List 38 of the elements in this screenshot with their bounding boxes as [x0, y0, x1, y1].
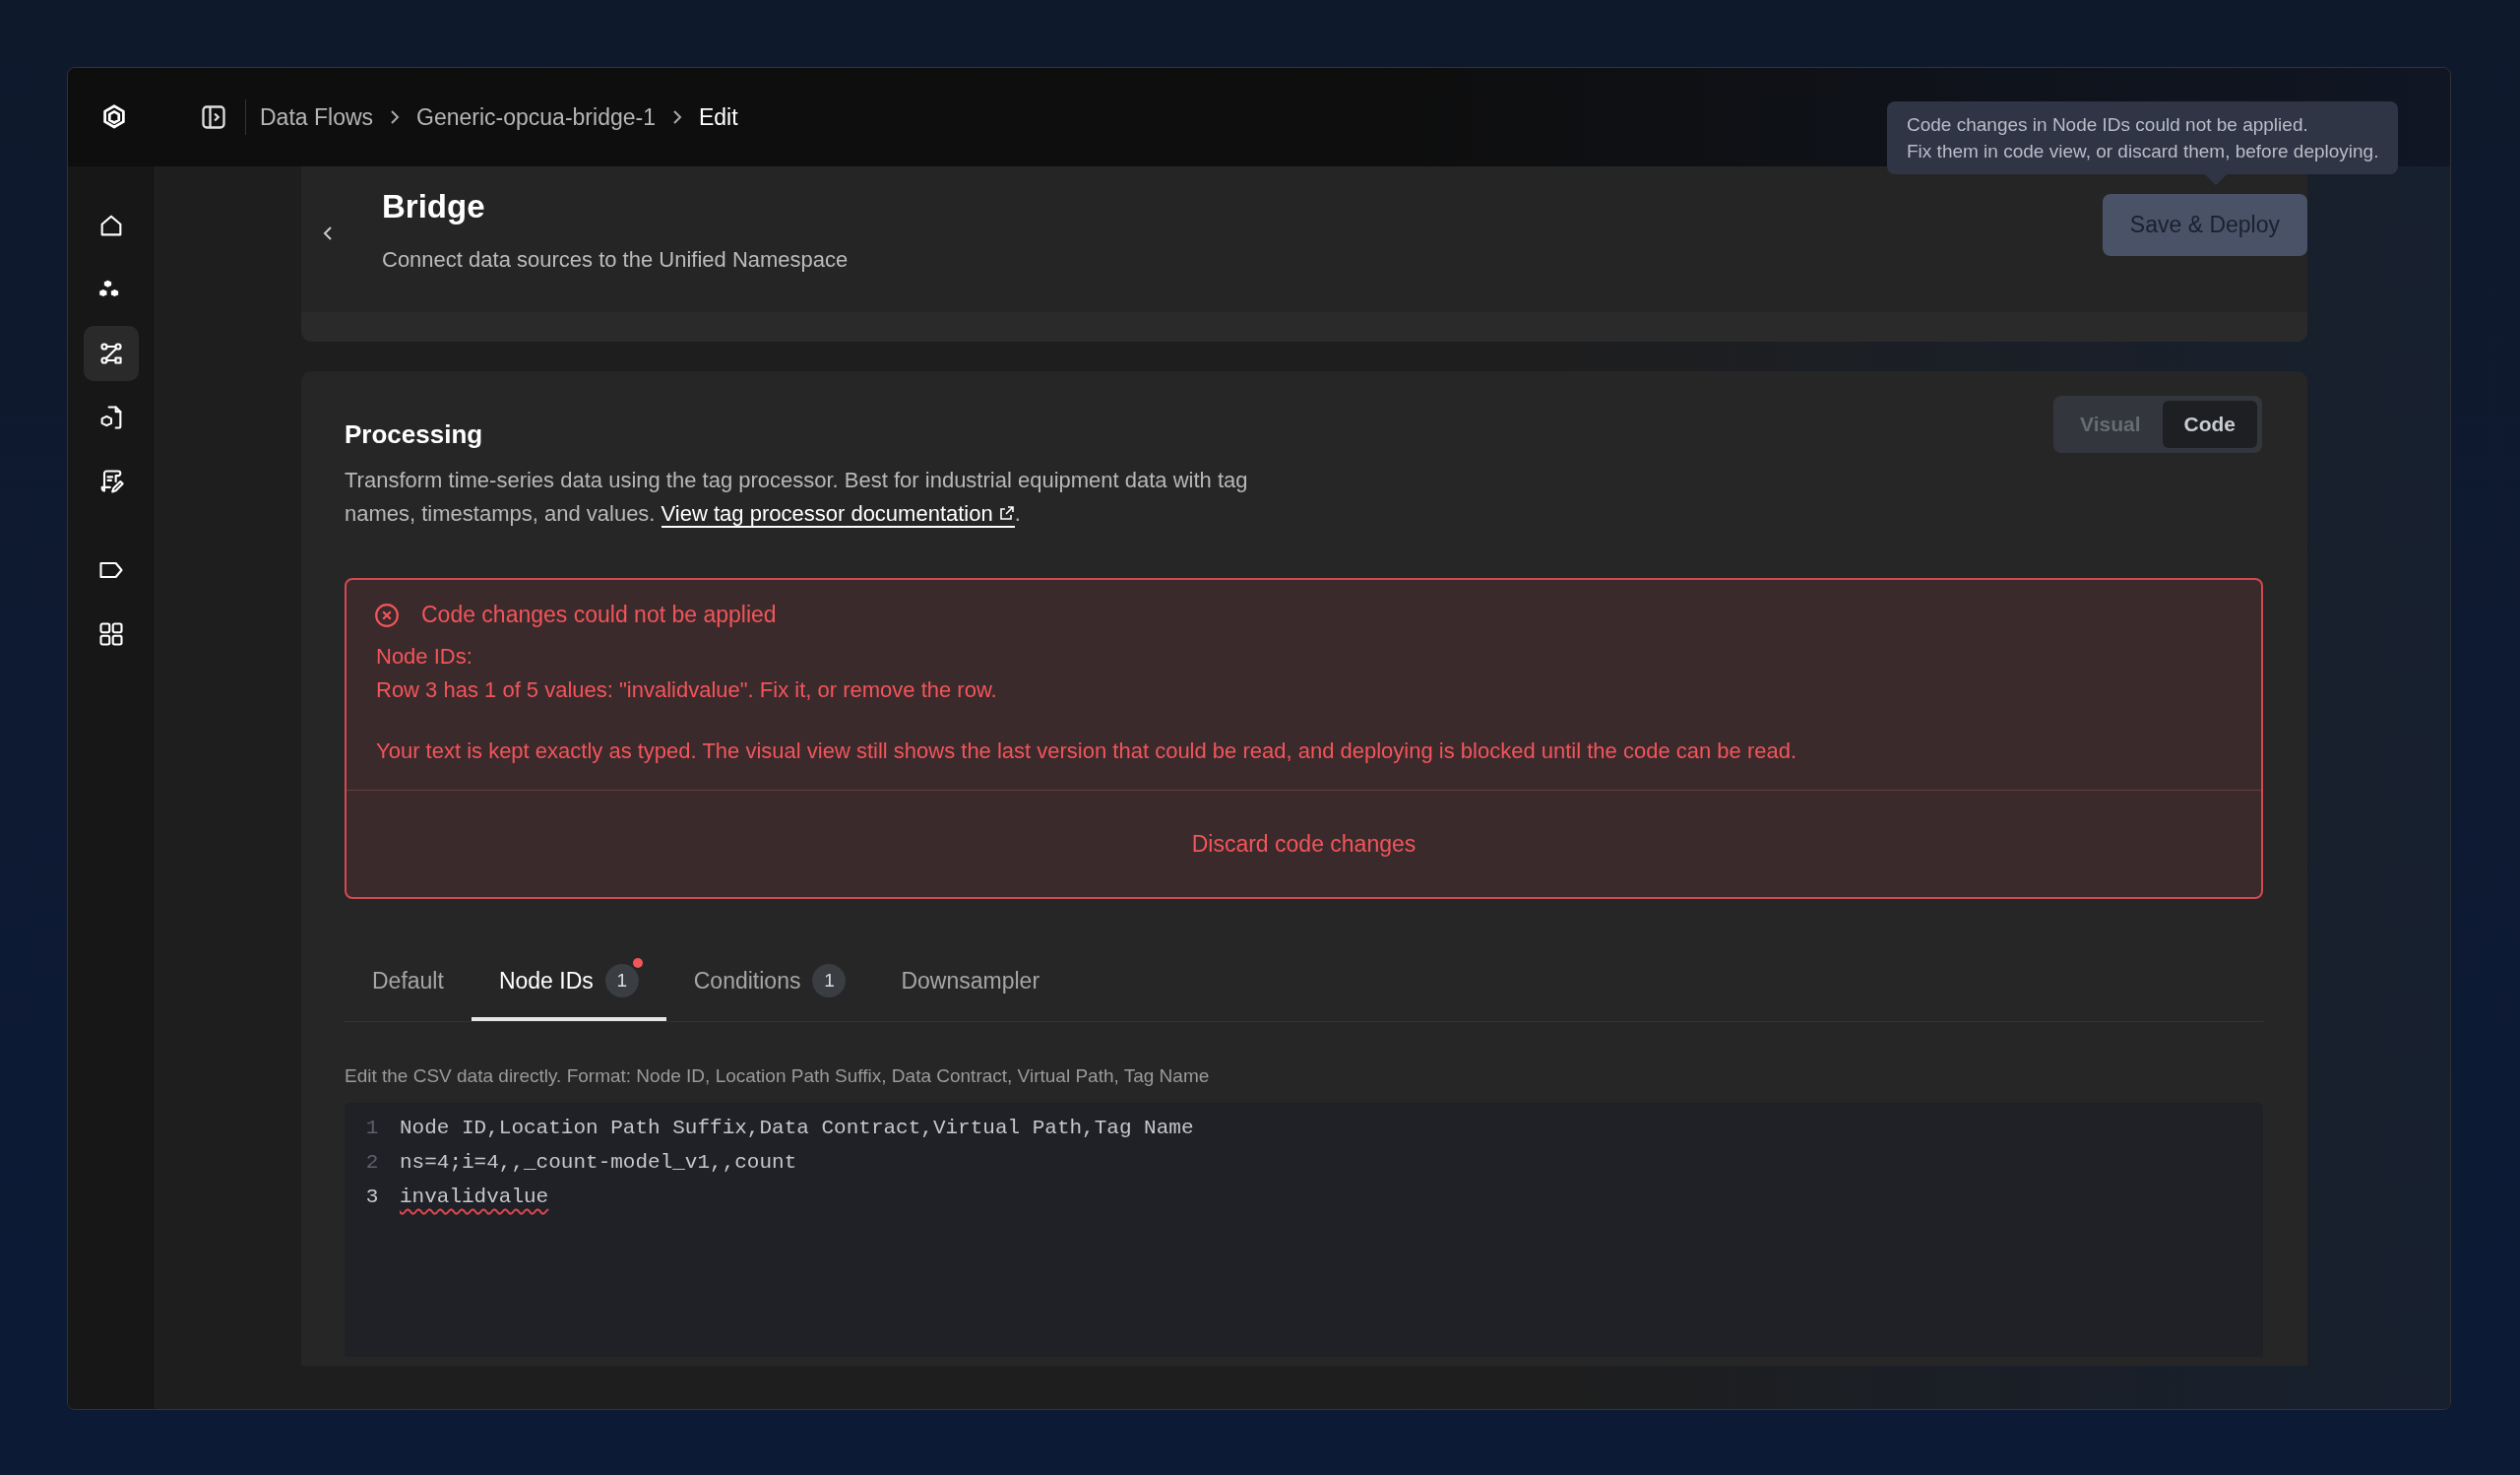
view-option[interactable]: Code [2162, 401, 2257, 448]
discard-button[interactable]: Discard code changes [1185, 829, 1422, 859]
tooltip-text: Code changes in Node IDs could not be applied. [1907, 113, 2309, 137]
code-editor[interactable]: 1 Node ID,Location Path Suffix,Data Contract,Virtual Path,Tag Name 2 ns=4;i=4,,_count-model_v1,,count 3 invalidvalue [345, 1103, 2263, 1357]
tooltip-text: Fix them in code view, or discard them, before deploying. [1907, 140, 2379, 163]
chevron-right-icon [390, 109, 401, 125]
error-title: Code changes could not be applied [421, 602, 777, 628]
tab[interactable]: Downsampler [873, 950, 1068, 1021]
count-badge: 1 [812, 964, 847, 997]
tab[interactable]: Default [345, 950, 472, 1021]
error-message: Node IDs: [376, 643, 473, 671]
sidebar-toggle-icon[interactable] [200, 103, 227, 131]
line-number: 1 [364, 1117, 380, 1139]
code-line: Node ID,Location Path Suffix,Data Contract,Virtual Path,Tag Name [400, 1117, 1194, 1139]
breadcrumb-current: Edit [698, 103, 738, 131]
line-number: 2 [364, 1151, 380, 1174]
tab[interactable]: Conditions 1 [665, 950, 874, 1021]
chevron-right-icon [671, 109, 682, 125]
tab[interactable]: Node IDs 1 [471, 950, 666, 1021]
back-icon[interactable] [323, 225, 333, 241]
section-title: Processing [345, 419, 484, 450]
error-message: Row 3 has 1 of 5 values: "invalidvalue". Fix it, or remove the row. [376, 676, 998, 704]
code-line: ns=4;i=4,,_count-model_v1,,count [400, 1151, 797, 1174]
error-note: Your text is kept exactly as typed. The visual view still shows the last version that could be read, and deploying is blocked until the code can be read. [376, 738, 1798, 764]
grid-icon [97, 620, 125, 648]
page-title: Bridge [382, 188, 486, 225]
line-number: 3 [364, 1186, 380, 1208]
section-description: Transform time-series data using the tag processor. Best for industrial equipment data with tag names, timestamps, and values. View tag processor documentation . [345, 467, 1249, 530]
documentation-link[interactable]: View tag processor documentation [661, 501, 1015, 528]
breadcrumb-link[interactable]: Generic-opcua-bridge-1 [416, 103, 656, 131]
flow-nav-item[interactable] [84, 326, 139, 381]
code-line: invalidvalue [400, 1186, 549, 1208]
breadcrumb-link[interactable]: Data Flows [260, 103, 374, 131]
page-subtitle: Connect data sources to the Unified Namespace [382, 247, 850, 273]
external-link-icon [998, 505, 1015, 521]
editor-hint: Edit the CSV data directly. Format: Node ID, Location Path Suffix, Data Contract, Virtual Path, Tag Name [345, 1065, 1211, 1087]
error-icon [374, 602, 400, 628]
flow-icon [97, 340, 125, 367]
